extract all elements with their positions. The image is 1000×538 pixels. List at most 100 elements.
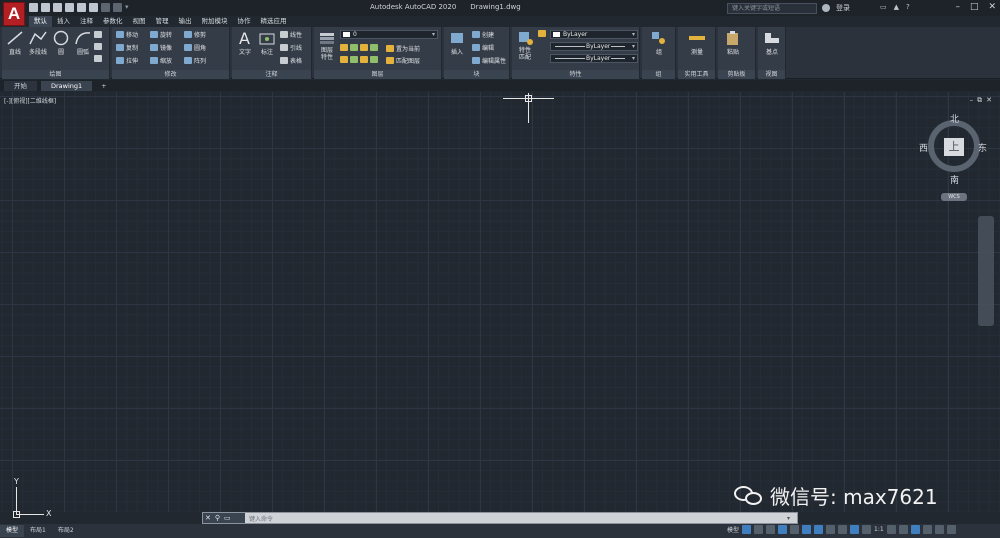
viewcube[interactable]: 上 北 南 西 东 xyxy=(919,112,987,186)
scale-button[interactable]: 缩放 xyxy=(150,56,172,65)
isodraft-icon[interactable] xyxy=(790,525,800,534)
viewport-close-icon[interactable]: ✕ xyxy=(986,96,992,105)
mirror-button[interactable]: 镜像 xyxy=(150,43,172,52)
layer-thaw-icon[interactable] xyxy=(360,56,368,63)
layer-lock-icon[interactable] xyxy=(370,44,378,51)
isolate-objects-icon[interactable] xyxy=(910,525,920,534)
base-point-button[interactable]: 基点 xyxy=(761,30,783,56)
viewport-minimize-icon[interactable]: – xyxy=(970,96,974,105)
help-icon[interactable]: ? xyxy=(906,3,910,11)
utilities-panel-title[interactable]: 实用工具 xyxy=(678,70,715,79)
autocad-logo-button[interactable]: A xyxy=(3,2,25,26)
layer-off-icon[interactable] xyxy=(340,44,348,51)
hardware-acceleration-icon[interactable] xyxy=(922,525,932,534)
web-mobile-icon[interactable] xyxy=(77,3,86,12)
polyline-button[interactable]: 多段线 xyxy=(27,30,49,56)
customization-menu-icon[interactable] xyxy=(946,525,956,534)
search-input[interactable]: 键入关键字或短语 xyxy=(727,3,817,14)
compass-south[interactable]: 南 xyxy=(950,173,959,186)
navigation-bar[interactable] xyxy=(978,216,994,326)
layer-on-icon[interactable] xyxy=(340,56,348,63)
group-button[interactable]: 组 xyxy=(648,30,670,56)
open-file-icon[interactable] xyxy=(41,3,50,12)
move-button[interactable]: 移动 xyxy=(116,30,138,39)
table-button[interactable]: 表格 xyxy=(280,56,302,65)
auto-scale-icon[interactable] xyxy=(862,525,872,534)
ortho-icon[interactable] xyxy=(766,525,776,534)
undo-icon[interactable] xyxy=(101,3,110,12)
tab-annotate[interactable]: 注释 xyxy=(75,16,98,27)
layer-freeze-icon[interactable] xyxy=(360,44,368,51)
clean-screen-icon[interactable] xyxy=(934,525,944,534)
annotation-visibility-icon[interactable] xyxy=(850,525,860,534)
drawing-canvas[interactable] xyxy=(0,92,1000,512)
compass-west[interactable]: 西 xyxy=(919,141,928,154)
tab-drawing1[interactable]: Drawing1 xyxy=(41,81,93,91)
tab-output[interactable]: 输出 xyxy=(174,16,197,27)
save-as-icon[interactable] xyxy=(65,3,74,12)
hatch-icon[interactable] xyxy=(94,43,102,50)
tab-collaborate[interactable]: 协作 xyxy=(233,16,256,27)
rotate-button[interactable]: 旋转 xyxy=(150,30,172,39)
login-button[interactable]: 登录 xyxy=(836,3,850,13)
layer-isolate-icon[interactable] xyxy=(350,44,358,51)
tab-addins[interactable]: 附加模块 xyxy=(197,16,233,27)
tab-view[interactable]: 视图 xyxy=(128,16,151,27)
tab-layout1[interactable]: 布局1 xyxy=(24,525,52,537)
tab-parametric[interactable]: 参数化 xyxy=(98,16,128,27)
command-customize-icon[interactable]: ⚲ xyxy=(215,514,220,522)
minimize-icon[interactable]: – xyxy=(955,2,960,12)
new-file-icon[interactable] xyxy=(29,3,38,12)
cart-icon[interactable]: ▭ xyxy=(880,3,887,11)
tab-manage[interactable]: 管理 xyxy=(151,16,174,27)
object-snap-icon[interactable] xyxy=(814,525,824,534)
fillet-button[interactable]: 圆角 xyxy=(184,43,206,52)
view-panel-title[interactable]: 视图 xyxy=(758,70,785,79)
tab-featured-apps[interactable]: 精选应用 xyxy=(256,16,292,27)
clipboard-panel-title[interactable]: 剪贴板 xyxy=(718,70,755,79)
viewport-controls[interactable]: [-][俯视][二维线框] xyxy=(4,96,56,105)
command-close-icon[interactable]: ✕ xyxy=(205,514,211,522)
redo-icon[interactable] xyxy=(113,3,122,12)
object-snap-tracking-icon[interactable] xyxy=(802,525,812,534)
match-properties-button[interactable]: 特性 匹配 xyxy=(514,30,536,61)
tab-model[interactable]: 模型 xyxy=(0,525,25,537)
polar-icon[interactable] xyxy=(778,525,788,534)
new-tab-button[interactable]: + xyxy=(96,81,111,91)
linetype-dropdown[interactable]: ByLayer ▾ xyxy=(550,42,638,51)
workspace-gear-icon[interactable] xyxy=(886,525,896,534)
circle-button[interactable]: 圆 xyxy=(50,30,72,56)
match-layer-button[interactable]: 匹配图层 xyxy=(386,56,420,65)
viewcube-top-face[interactable]: 上 xyxy=(944,138,964,156)
linear-dim-button[interactable]: 线性 xyxy=(280,30,302,39)
command-input[interactable]: 键入命令 xyxy=(245,514,787,523)
maximize-icon[interactable]: □ xyxy=(970,2,979,12)
close-icon[interactable]: ✕ xyxy=(988,2,996,12)
grid-icon[interactable] xyxy=(742,525,752,534)
a360-icon[interactable]: ▲ xyxy=(894,3,899,11)
modify-panel-title[interactable]: 修改 xyxy=(112,70,229,79)
tab-start[interactable]: 开始 xyxy=(4,81,37,91)
transparency-icon[interactable] xyxy=(838,525,848,534)
plot-icon[interactable] xyxy=(89,3,98,12)
command-scroll-icon[interactable]: ▾ xyxy=(787,515,797,522)
command-history-icon[interactable]: ▭ xyxy=(224,514,231,522)
dimension-button[interactable]: 标注 xyxy=(256,30,278,56)
set-current-button[interactable]: 置为当前 xyxy=(386,44,420,53)
tab-default[interactable]: 默认 xyxy=(29,16,52,27)
create-block-button[interactable]: 创建 xyxy=(472,30,494,39)
edit-attribute-button[interactable]: 编辑属性 xyxy=(472,56,506,65)
tab-insert[interactable]: 插入 xyxy=(52,16,75,27)
rectangle-icon[interactable] xyxy=(94,31,102,38)
paste-button[interactable]: 粘贴 xyxy=(722,30,744,56)
save-icon[interactable] xyxy=(53,3,62,12)
draw-panel-title[interactable]: 绘图 xyxy=(2,70,109,79)
qat-dropdown-icon[interactable]: ▾ xyxy=(125,3,131,12)
insert-block-button[interactable]: 插入 xyxy=(446,30,468,56)
groups-panel-title[interactable]: 组 xyxy=(642,70,675,79)
stretch-button[interactable]: 拉伸 xyxy=(116,56,138,65)
annotation-panel-title[interactable]: 注释 xyxy=(232,70,311,79)
layer-unlock-icon[interactable] xyxy=(370,56,378,63)
edit-block-button[interactable]: 编辑 xyxy=(472,43,494,52)
properties-panel-title[interactable]: 特性 xyxy=(512,70,639,79)
